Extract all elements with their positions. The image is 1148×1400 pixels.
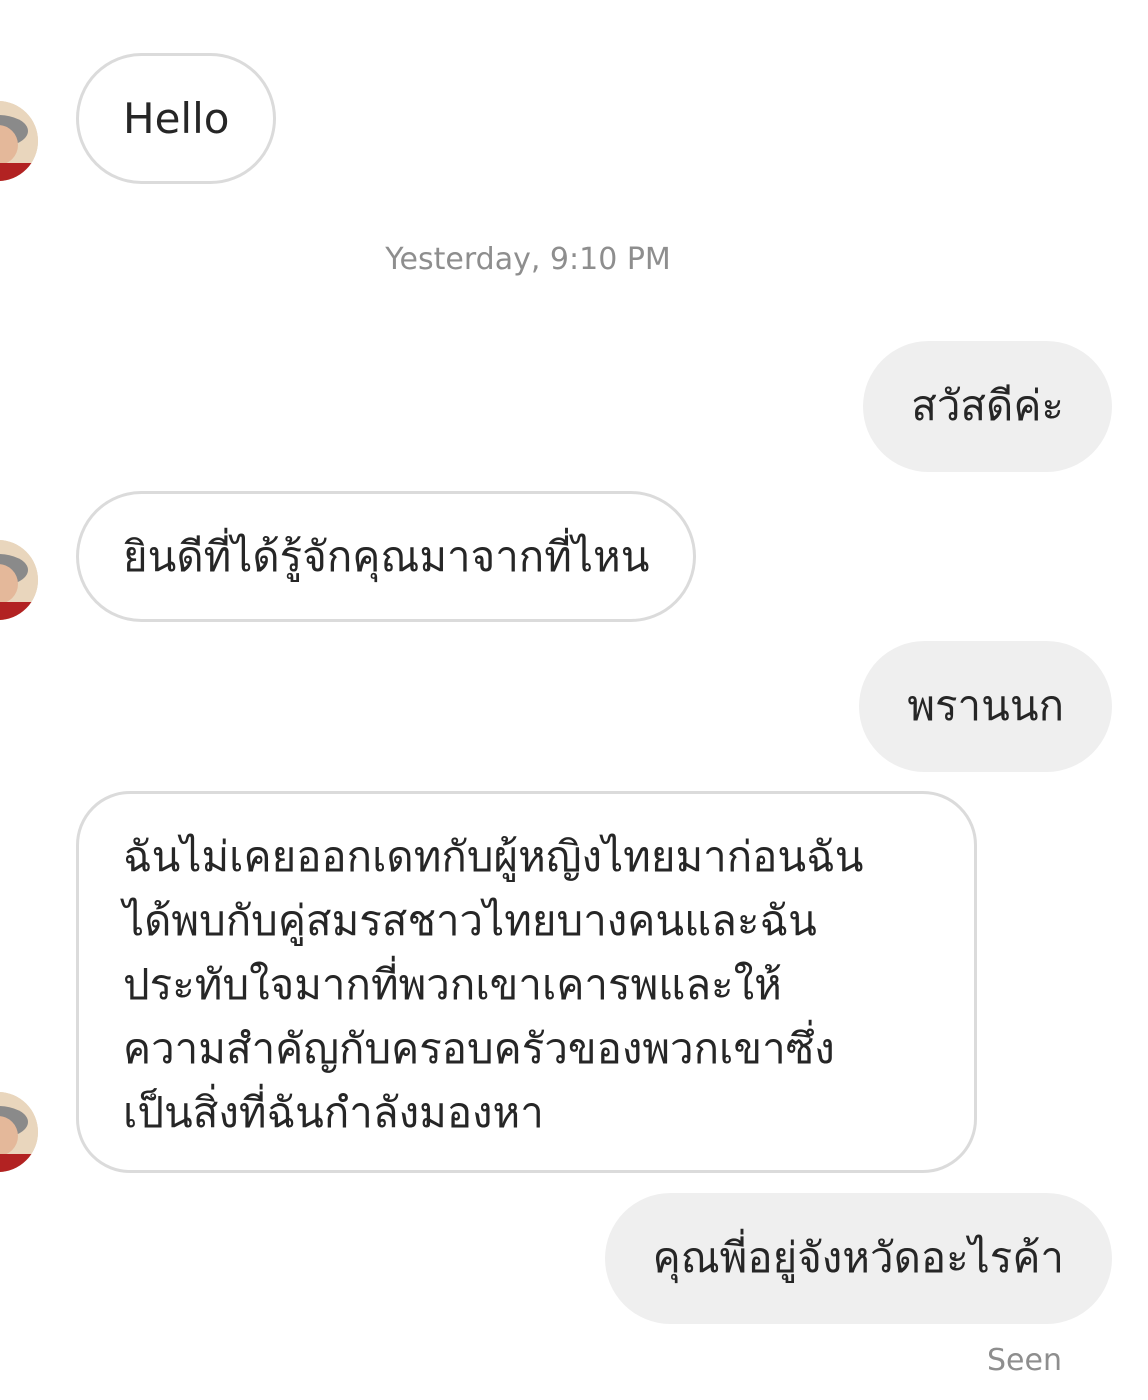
message-line: ประทับใจมากที่พวกเขาเคารพและให้ bbox=[123, 960, 782, 1009]
message-line: ฉันไม่เคยออกเดทกับผู้หญิงไทยมาก่อนฉัน bbox=[123, 832, 864, 881]
message-text: ยินดีที่ได้รู้จักคุณมาจากที่ไหน bbox=[123, 532, 650, 581]
user-avatar-icon[interactable] bbox=[0, 101, 38, 181]
message-bubble-incoming[interactable]: ยินดีที่ได้รู้จักคุณมาจากที่ไหน bbox=[76, 491, 697, 622]
chat-thread: Hello Yesterday, 9:10 PM สวัสดีค่ะ ยินดี… bbox=[0, 0, 1148, 1400]
message-text: สวัสดีค่ะ bbox=[911, 381, 1064, 430]
timestamp: Yesterday, 9:10 PM bbox=[385, 242, 671, 277]
message-line: เป็นสิ่งที่ฉันกำลังมองหา bbox=[123, 1088, 544, 1137]
message-bubble-outgoing[interactable]: คุณพี่อยู่จังหวัดอะไรค้า bbox=[604, 1193, 1112, 1324]
user-avatar-icon[interactable] bbox=[0, 540, 38, 620]
message-bubble-incoming[interactable]: Hello bbox=[76, 53, 277, 184]
message-line: ได้พบกับคู่สมรสชาวไทยบางคนและฉัน bbox=[123, 896, 817, 945]
message-text: Hello bbox=[123, 94, 230, 143]
message-line: ความสำคัญกับครอบครัวของพวกเขาซึ่ง bbox=[123, 1024, 835, 1073]
seen-status: Seen bbox=[987, 1343, 1062, 1378]
message-text: พรานนก bbox=[907, 681, 1064, 730]
message-bubble-incoming[interactable]: ฉันไม่เคยออกเดทกับผู้หญิงไทยมาก่อนฉัน ได… bbox=[76, 791, 977, 1173]
message-bubble-outgoing[interactable]: พรานนก bbox=[859, 641, 1112, 772]
user-avatar-icon[interactable] bbox=[0, 1092, 38, 1172]
message-bubble-outgoing[interactable]: สวัสดีค่ะ bbox=[863, 341, 1112, 472]
message-text: คุณพี่อยู่จังหวัดอะไรค้า bbox=[652, 1233, 1064, 1282]
